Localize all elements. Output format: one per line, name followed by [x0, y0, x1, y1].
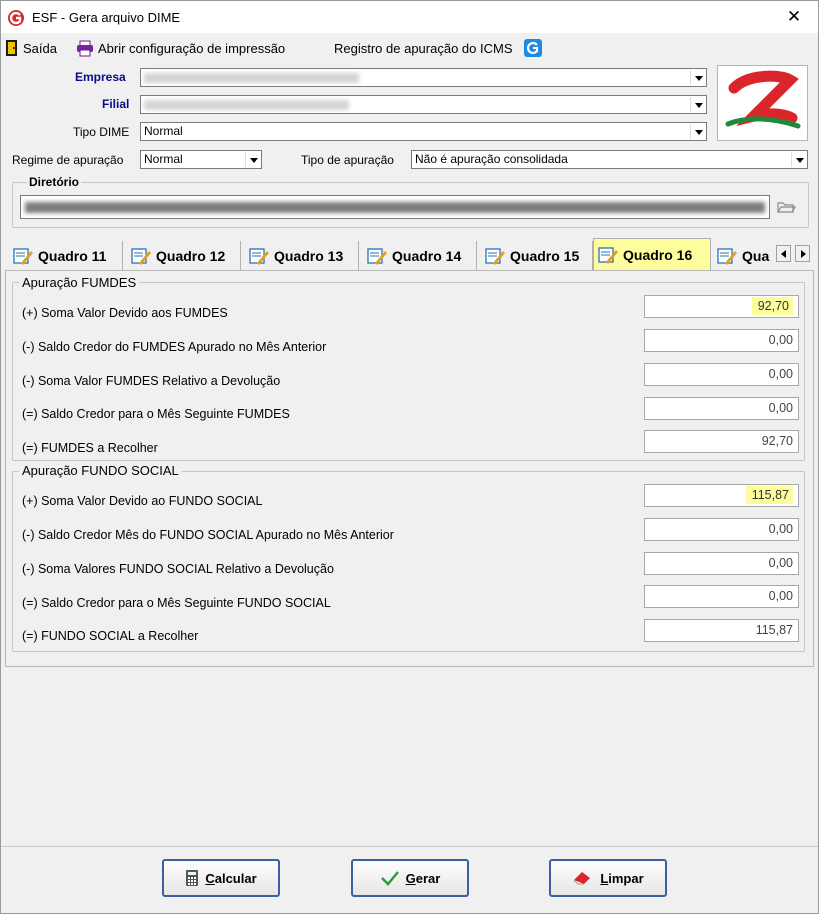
chevron-down-icon[interactable] [245, 152, 260, 167]
exit-button[interactable]: Saída [5, 37, 57, 59]
fundo-social-soma-devido-field[interactable]: 115,87 [644, 484, 799, 507]
fumdes-row-label: (=) Saldo Credor para o Mês Seguinte FUM… [22, 407, 290, 421]
icms-label: Registro de apuração do ICMS [334, 40, 513, 56]
empresa-redacted [144, 73, 359, 83]
chevron-down-icon[interactable] [690, 70, 705, 85]
tab-label: Quadro 15 [510, 247, 580, 264]
regime-value: Normal [144, 152, 183, 166]
tab-strip: Quadro 11 Quadro 12 Quadro 13 Quadro 14 … [9, 238, 818, 271]
calcular-label: Calcular [205, 870, 257, 886]
close-button[interactable]: ✕ [782, 7, 806, 27]
tab-label: Quadro 14 [392, 247, 462, 264]
fumdes-title: Apuração FUMDES [19, 275, 140, 290]
fumdes-soma-devido-field[interactable]: 92,70 [644, 295, 799, 318]
window: ESF - Gera arquivo DIME ✕ Saída Abrir co… [0, 0, 819, 914]
fundo-social-row-label: (-) Soma Valores FUNDO SOCIAL Relativo a… [22, 562, 334, 576]
gerar-button[interactable]: Gerar [351, 859, 469, 897]
bottom-divider [1, 846, 818, 847]
fundo-social-saldo-seguinte-field[interactable]: 0,00 [644, 585, 799, 608]
directory-title: Diretório [27, 175, 82, 189]
print-config-button[interactable]: Abrir configuração de impressão [76, 37, 285, 59]
folder-open-icon[interactable] [775, 197, 797, 217]
chevron-down-icon[interactable] [690, 97, 705, 112]
exit-label: Saída [23, 40, 57, 56]
chevron-down-icon[interactable] [690, 124, 705, 139]
tipo-apuracao-value: Não é apuração consolidada [415, 152, 568, 166]
fundo-social-devolucao-field[interactable]: 0,00 [644, 552, 799, 575]
tab-label: Quadro 13 [274, 247, 344, 264]
tab-quadro-15[interactable]: Quadro 15 [481, 241, 593, 270]
fundo-social-row-label: (=) Saldo Credor para o Mês Seguinte FUN… [22, 596, 331, 610]
edit-form-icon [13, 247, 33, 265]
exit-door-icon [6, 40, 17, 56]
fumdes-row-label: (+) Soma Valor Devido aos FUMDES [22, 306, 228, 320]
tab-panel-quadro-16: Apuração FUMDES (+) Soma Valor Devido ao… [5, 270, 814, 667]
tab-label: Quadro 16 [623, 247, 693, 263]
limpar-label: Limpar [600, 870, 644, 886]
fumdes-row-label: (=) FUMDES a Recolher [22, 441, 158, 455]
tab-quadro-12[interactable]: Quadro 12 [127, 241, 241, 270]
tab-scroll-left-button[interactable] [776, 245, 791, 262]
printer-icon [77, 40, 93, 56]
company-logo [717, 65, 808, 141]
tab-quadro-14[interactable]: Quadro 14 [363, 241, 477, 270]
chevron-down-icon[interactable] [791, 152, 806, 167]
fumdes-row-label: (-) Saldo Credor do FUMDES Apurado no Mê… [22, 340, 327, 354]
window-title: ESF - Gera arquivo DIME [32, 10, 181, 25]
fundo-social-title: Apuração FUNDO SOCIAL [19, 463, 182, 478]
tab-quadro-13[interactable]: Quadro 13 [245, 241, 359, 270]
tipo-dime-select[interactable]: Normal [140, 122, 707, 141]
tab-scroll-right-button[interactable] [795, 245, 810, 262]
g-brand-icon [524, 39, 543, 57]
company-logo-image [725, 70, 801, 129]
fumdes-saldo-seguinte-field[interactable]: 0,00 [644, 397, 799, 420]
fumdes-recolher-field[interactable]: 92,70 [644, 430, 799, 453]
filial-redacted [144, 100, 349, 110]
fundo-social-row-label: (=) FUNDO SOCIAL a Recolher [22, 629, 199, 643]
title-bar: ESF - Gera arquivo DIME ✕ [1, 1, 818, 33]
tipo-apuracao-select[interactable]: Não é apuração consolidada [411, 150, 808, 169]
edit-form-icon [485, 247, 505, 265]
fumdes-saldo-anterior-field[interactable]: 0,00 [644, 329, 799, 352]
filial-select[interactable] [140, 95, 707, 114]
edit-form-icon [367, 247, 387, 265]
tipo-apuracao-label: Tipo de apuração [301, 153, 394, 167]
fundo-social-row-label: (+) Soma Valor Devido ao FUNDO SOCIAL [22, 494, 263, 508]
edit-form-icon [249, 247, 269, 265]
print-config-label: Abrir configuração de impressão [98, 40, 286, 56]
fundo-social-recolher-field[interactable]: 115,87 [644, 619, 799, 642]
regime-label: Regime de apuração [12, 153, 124, 167]
eraser-icon [573, 872, 591, 885]
calcular-button[interactable]: Calcular [162, 859, 280, 897]
empresa-select[interactable] [140, 68, 707, 87]
check-icon [380, 871, 399, 886]
fundo-social-saldo-anterior-field[interactable]: 0,00 [644, 518, 799, 541]
calculator-icon [186, 870, 199, 886]
empresa-label: Empresa [75, 70, 126, 84]
tab-quadro-next[interactable]: Qua [713, 241, 775, 270]
directory-field[interactable] [20, 195, 770, 219]
icms-register-button[interactable]: Registro de apuração do ICMS [334, 37, 543, 59]
edit-form-icon [131, 247, 151, 265]
gerar-label: Gerar [405, 870, 441, 886]
limpar-button[interactable]: Limpar [549, 859, 667, 897]
edit-form-icon [717, 247, 737, 265]
tab-quadro-16[interactable]: Quadro 16 [593, 238, 711, 271]
regime-select[interactable]: Normal [140, 150, 262, 169]
directory-path-redacted [25, 202, 765, 213]
app-logo-icon [8, 10, 24, 26]
fundo-social-row-label: (-) Saldo Credor Mês do FUNDO SOCIAL Apu… [22, 528, 394, 542]
tab-label: Quadro 11 [38, 247, 107, 264]
toolbar: Saída Abrir configuração de impressão Re… [1, 34, 818, 61]
tipo-dime-label: Tipo DIME [73, 125, 130, 139]
filial-label: Filial [102, 97, 130, 111]
fumdes-row-label: (-) Soma Valor FUMDES Relativo a Devoluç… [22, 374, 281, 388]
tab-label: Quadro 12 [156, 247, 226, 264]
tab-label: Qua [742, 247, 770, 264]
tab-quadro-11[interactable]: Quadro 11 [9, 241, 123, 270]
edit-form-icon [598, 247, 618, 264]
tipo-dime-value: Normal [144, 124, 183, 138]
fumdes-devolucao-field[interactable]: 0,00 [644, 363, 799, 386]
